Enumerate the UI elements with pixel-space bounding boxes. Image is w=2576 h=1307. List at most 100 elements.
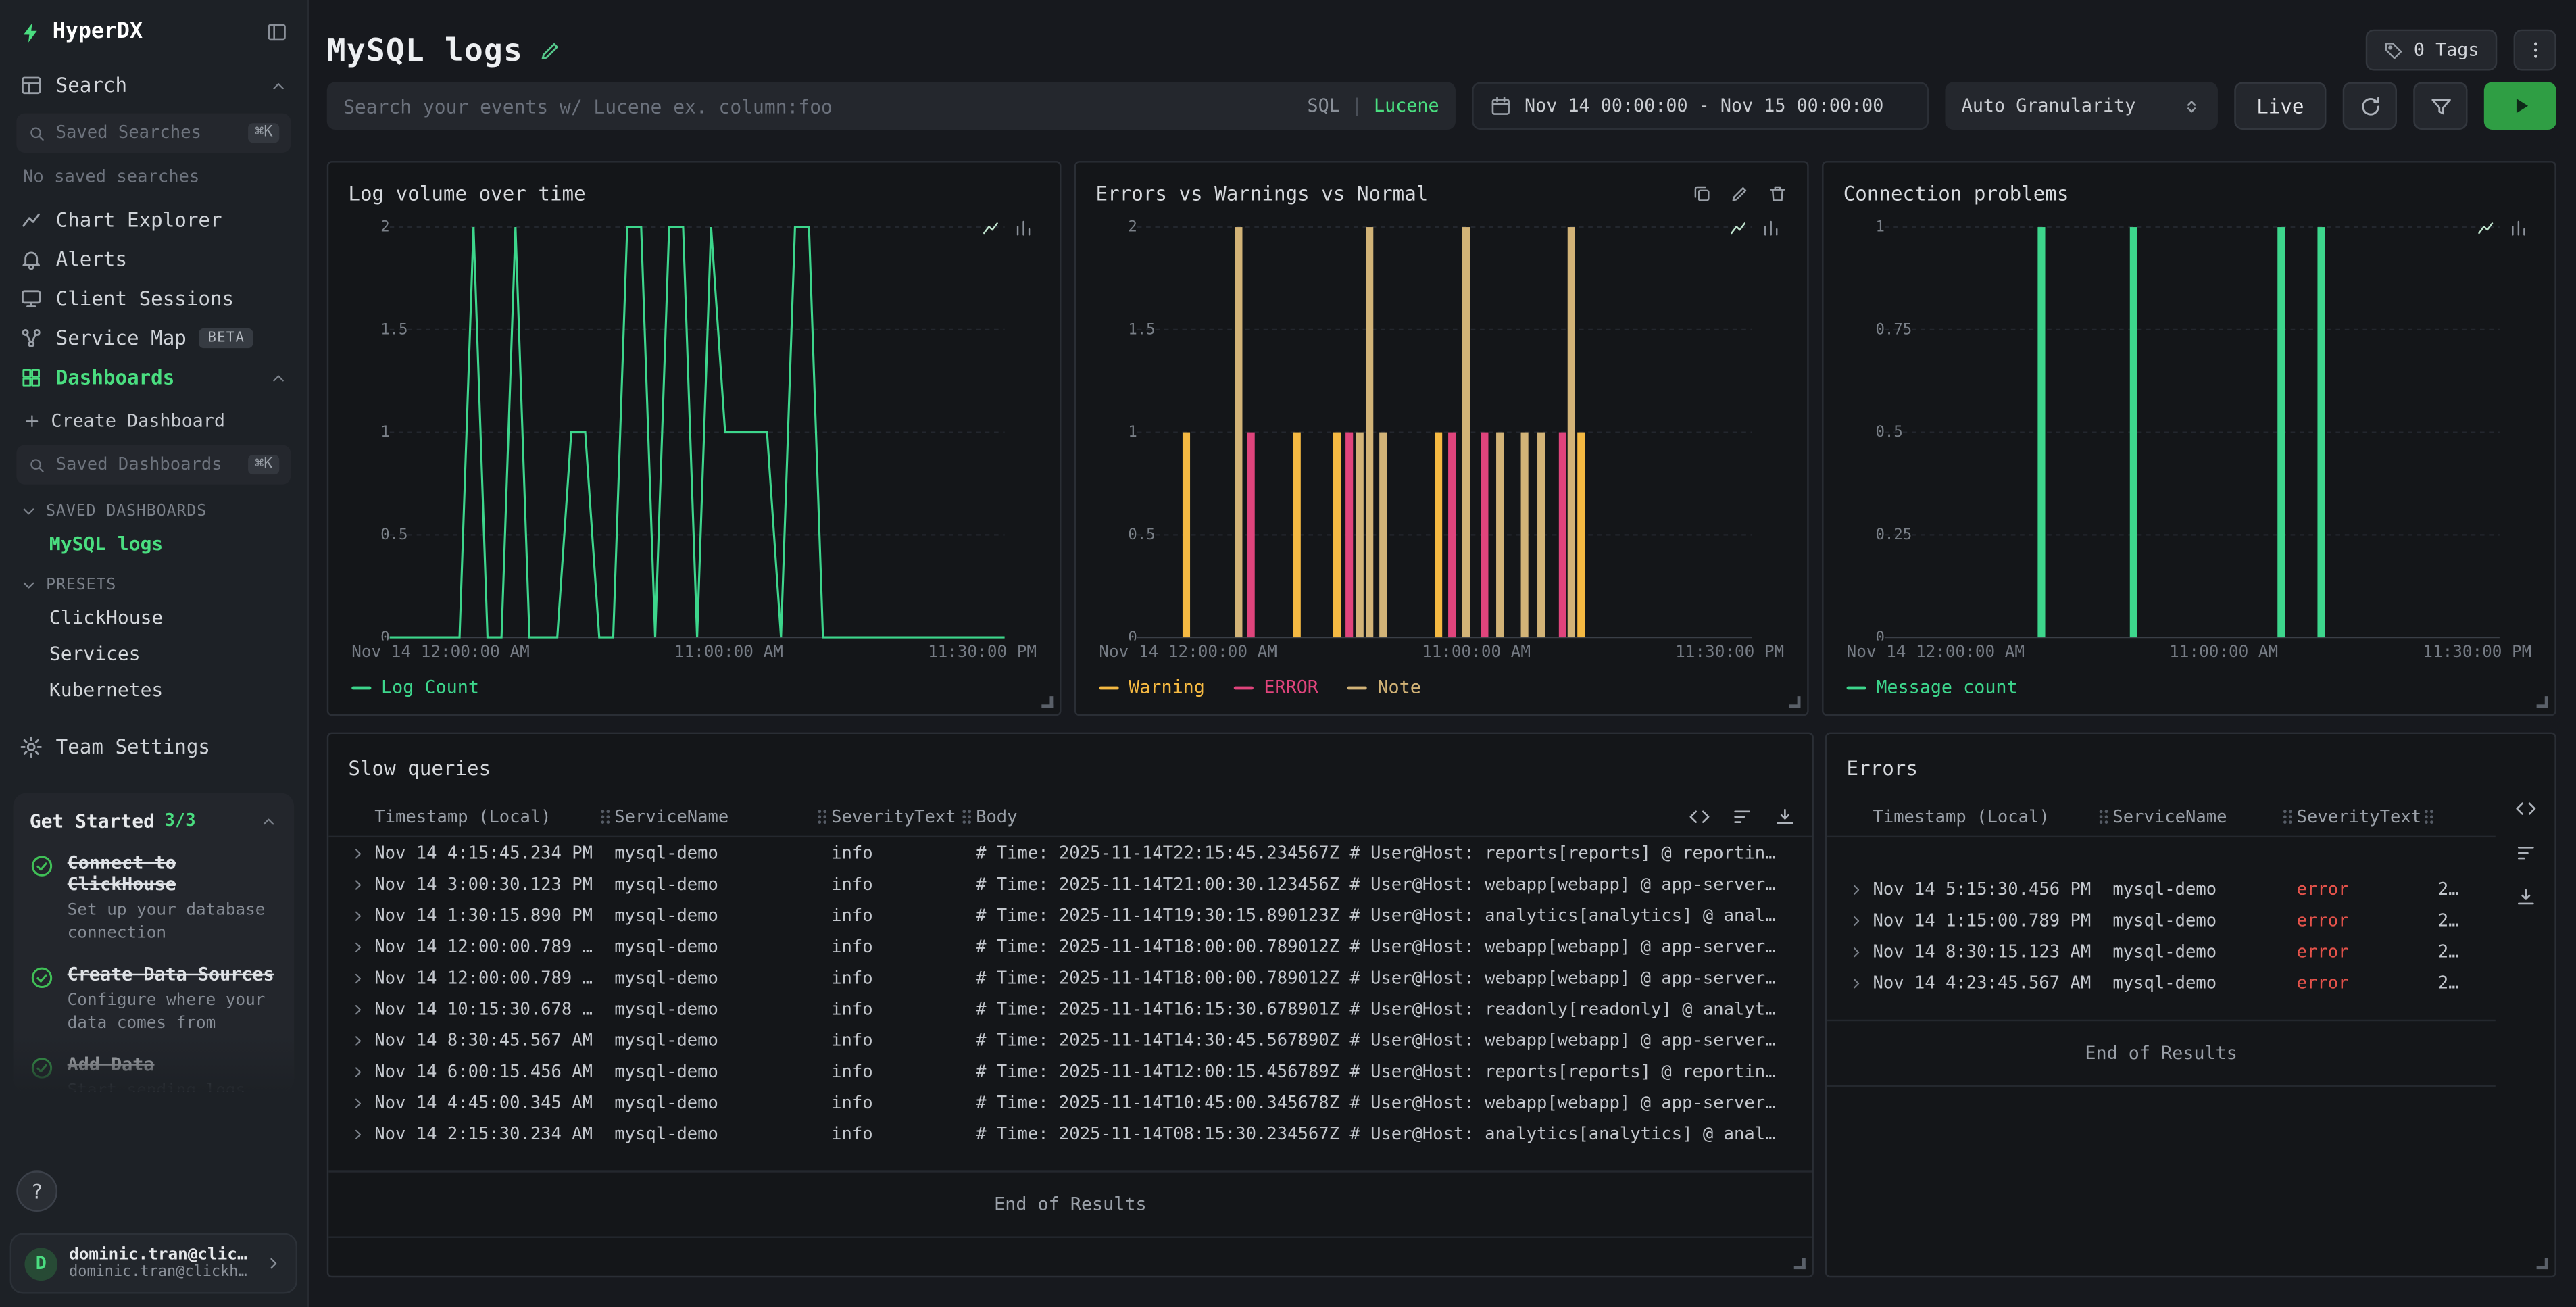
row-expander-icon[interactable]: [342, 939, 375, 955]
column-drag-handle-icon[interactable]: [595, 806, 616, 828]
row-expander-icon[interactable]: [342, 1125, 375, 1141]
download-icon[interactable]: [2515, 887, 2536, 908]
more-menu-button[interactable]: [2514, 30, 2556, 71]
sidebar-collapse-icon[interactable]: [266, 22, 288, 43]
table-row[interactable]: Nov 14 10:15:30.678 AMmysql-demoinfo# Ti…: [328, 993, 1812, 1025]
saved-dashboards-section-header[interactable]: SAVED DASHBOARDS: [0, 488, 307, 526]
tags-button[interactable]: 0 Tags: [2366, 30, 2497, 71]
refresh-button[interactable]: [2343, 82, 2397, 129]
sql-toggle[interactable]: SQL: [1308, 95, 1340, 117]
table-row[interactable]: Nov 14 3:00:30.123 PMmysql-demoinfo# Tim…: [328, 868, 1812, 899]
download-icon[interactable]: [1775, 806, 1796, 828]
row-expander-icon[interactable]: [1840, 943, 1873, 960]
row-expander-icon[interactable]: [1840, 975, 1873, 991]
panel-resize-handle[interactable]: [1794, 1258, 1806, 1269]
table-row[interactable]: Nov 14 1:15:00.789 PMmysql-demoerror2025…: [1827, 905, 2495, 936]
column-drag-handle-icon[interactable]: [812, 806, 833, 828]
sidebar-item-client-sessions[interactable]: Client Sessions: [0, 279, 307, 318]
table-row[interactable]: Nov 14 1:30:15.890 PMmysql-demoinfo# Tim…: [328, 899, 1812, 931]
table-row[interactable]: Nov 14 4:23:45.567 AMmysql-demoerror2025…: [1827, 967, 2495, 998]
legend-item[interactable]: Log Count: [351, 676, 479, 698]
column-header[interactable]: Timestamp (Local): [374, 807, 614, 827]
line-chart-toggle-icon[interactable]: [2476, 218, 2496, 238]
legend-item[interactable]: Message count: [1847, 676, 2018, 698]
sidebar-item-chart-explorer[interactable]: Chart Explorer: [0, 200, 307, 239]
run-query-button[interactable]: [2484, 82, 2556, 129]
table-row[interactable]: Nov 14 8:30:15.123 AMmysql-demoerror2025…: [1827, 936, 2495, 967]
table-row[interactable]: Nov 14 6:00:15.456 AMmysql-demoinfo# Tim…: [328, 1056, 1812, 1087]
column-drag-handle-icon[interactable]: [2277, 806, 2299, 828]
bar-chart-toggle-icon[interactable]: [1761, 218, 1781, 238]
row-expander-icon[interactable]: [342, 1094, 375, 1110]
panel-resize-handle[interactable]: [1789, 696, 1800, 708]
sidebar-preset-services[interactable]: Services: [0, 635, 307, 671]
search-section-header[interactable]: Search: [0, 61, 307, 110]
view-source-icon[interactable]: [1689, 806, 1710, 828]
row-expander-icon[interactable]: [342, 907, 375, 923]
bar-chart-toggle-icon[interactable]: [1014, 218, 1033, 238]
table-row[interactable]: Nov 14 2:15:30.234 AMmysql-demoinfo# Tim…: [328, 1118, 1812, 1150]
table-row[interactable]: Nov 14 12:00:00.789 PMmysql-demoinfo# Ti…: [328, 962, 1812, 993]
bar-chart-toggle-icon[interactable]: [2508, 218, 2528, 238]
column-drag-handle-icon[interactable]: [956, 806, 978, 828]
sidebar-item-dashboards[interactable]: Dashboards: [0, 358, 307, 397]
sidebar-dashboard-mysql-logs[interactable]: MySQL logs: [0, 525, 307, 561]
row-expander-icon[interactable]: [342, 1063, 375, 1079]
view-source-icon[interactable]: [2515, 798, 2536, 820]
get-started-step[interactable]: Connect to ClickHouse Set up your databa…: [30, 852, 278, 944]
row-expander-icon[interactable]: [342, 1032, 375, 1048]
table-row[interactable]: Nov 14 4:45:00.345 AMmysql-demoinfo# Tim…: [328, 1087, 1812, 1118]
column-drag-handle-icon[interactable]: [2419, 806, 2440, 828]
column-settings-icon[interactable]: [2515, 842, 2536, 864]
column-header[interactable]: ServiceName: [2112, 807, 2296, 827]
saved-searches-input[interactable]: Saved Searches ⌘K: [16, 114, 291, 153]
user-profile[interactable]: D dominic.tran@clic... dominic.tran@clic…: [10, 1233, 297, 1294]
help-button[interactable]: ?: [16, 1170, 57, 1212]
delete-chart-icon[interactable]: [1768, 184, 1787, 203]
get-started-header[interactable]: Get Started 3/3: [30, 810, 278, 833]
panel-resize-handle[interactable]: [2537, 696, 2548, 708]
row-expander-icon[interactable]: [1840, 881, 1873, 897]
granularity-select[interactable]: Auto Granularity: [1945, 82, 2218, 129]
table-row[interactable]: Nov 14 12:00:00.789 PMmysql-demoinfo# Ti…: [328, 931, 1812, 962]
table-row[interactable]: Nov 14 4:15:45.234 PMmysql-demoinfo# Tim…: [328, 837, 1812, 868]
column-header[interactable]: Timestamp (Local): [1873, 807, 2112, 827]
table-row[interactable]: Nov 14 5:15:30.456 PMmysql-demoerror2025…: [1827, 874, 2495, 905]
panel-resize-handle[interactable]: [1041, 696, 1053, 708]
event-search-input[interactable]: Search your events w/ Lucene ex. column:…: [327, 82, 1456, 129]
column-drag-handle-icon[interactable]: [2093, 806, 2114, 828]
edit-title-icon[interactable]: [539, 39, 562, 61]
column-settings-icon[interactable]: [1731, 806, 1753, 828]
column-header[interactable]: Body: [976, 807, 1689, 827]
lucene-toggle[interactable]: Lucene: [1374, 95, 1439, 117]
filter-button[interactable]: [2413, 82, 2467, 129]
live-button[interactable]: Live: [2234, 82, 2326, 129]
line-chart-toggle-icon[interactable]: [981, 218, 1000, 238]
duplicate-chart-icon[interactable]: [1692, 184, 1712, 203]
panel-resize-handle[interactable]: [2537, 1258, 2548, 1269]
table-row[interactable]: Nov 14 8:30:45.567 AMmysql-demoinfo# Tim…: [328, 1025, 1812, 1056]
legend-item[interactable]: Warning: [1099, 676, 1204, 698]
legend-item[interactable]: Note: [1348, 676, 1421, 698]
row-expander-icon[interactable]: [342, 1001, 375, 1017]
sidebar-preset-clickhouse[interactable]: ClickHouse: [0, 599, 307, 635]
column-header[interactable]: ServiceName: [614, 807, 831, 827]
column-header[interactable]: SeverityText: [831, 807, 976, 827]
get-started-step[interactable]: Add Data Start sending logs, metrics, or…: [30, 1054, 278, 1092]
sidebar-preset-kubernetes[interactable]: Kubernetes: [0, 672, 307, 708]
sidebar-item-service-map[interactable]: Service Map BETA: [0, 318, 307, 357]
row-expander-icon[interactable]: [1840, 912, 1873, 929]
row-expander-icon[interactable]: [342, 845, 375, 861]
column-header[interactable]: SeverityText: [2297, 807, 2438, 827]
sidebar-item-team-settings[interactable]: Team Settings: [0, 727, 307, 766]
row-expander-icon[interactable]: [342, 876, 375, 892]
line-chart-toggle-icon[interactable]: [1729, 218, 1748, 238]
sidebar-item-alerts[interactable]: Alerts: [0, 240, 307, 279]
create-dashboard-button[interactable]: Create Dashboard: [0, 397, 307, 442]
legend-item[interactable]: ERROR: [1235, 676, 1318, 698]
date-range-input[interactable]: Nov 14 00:00:00 - Nov 15 00:00:00: [1472, 82, 1929, 129]
presets-section-header[interactable]: PRESETS: [0, 562, 307, 599]
edit-chart-icon[interactable]: [1730, 184, 1750, 203]
row-expander-icon[interactable]: [342, 970, 375, 986]
get-started-step[interactable]: Create Data Sources Configure where your…: [30, 964, 278, 1034]
